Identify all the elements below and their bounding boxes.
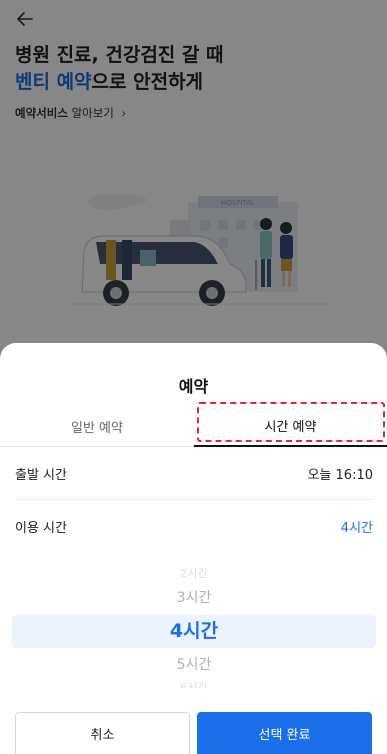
reservation-bottom-sheet: 예약 일반 예약 시간 예약 출발 시간 오늘 16:10 이용 시간 4시간 … [0,343,387,754]
confirm-selection-button[interactable]: 선택 완료 [197,712,372,754]
picker-option[interactable]: 2시간 [12,565,376,579]
departure-time-label: 출발 시간 [15,468,67,483]
picker-option-selected[interactable]: 4시간 [12,615,376,648]
duration-picker[interactable]: 2시간 3시간 4시간 5시간 6시간 [12,565,376,693]
sheet-title: 예약 [178,377,209,396]
usage-time-label: 이용 시간 [15,520,67,536]
cancel-button[interactable]: 취소 [15,712,190,754]
tab-general-reservation[interactable]: 일반 예약 [0,405,194,447]
highlight-annotation-box [197,402,385,442]
picker-option[interactable]: 3시간 [12,587,376,607]
picker-option[interactable]: 6시간 [12,679,376,688]
picker-option[interactable]: 5시간 [12,654,376,674]
usage-time-value: 4시간 [340,520,373,536]
usage-time-row[interactable]: 이용 시간 4시간 [15,500,373,552]
departure-time-value: 오늘 16:10 [307,468,373,483]
departure-time-row[interactable]: 출발 시간 오늘 16:10 [15,448,373,500]
